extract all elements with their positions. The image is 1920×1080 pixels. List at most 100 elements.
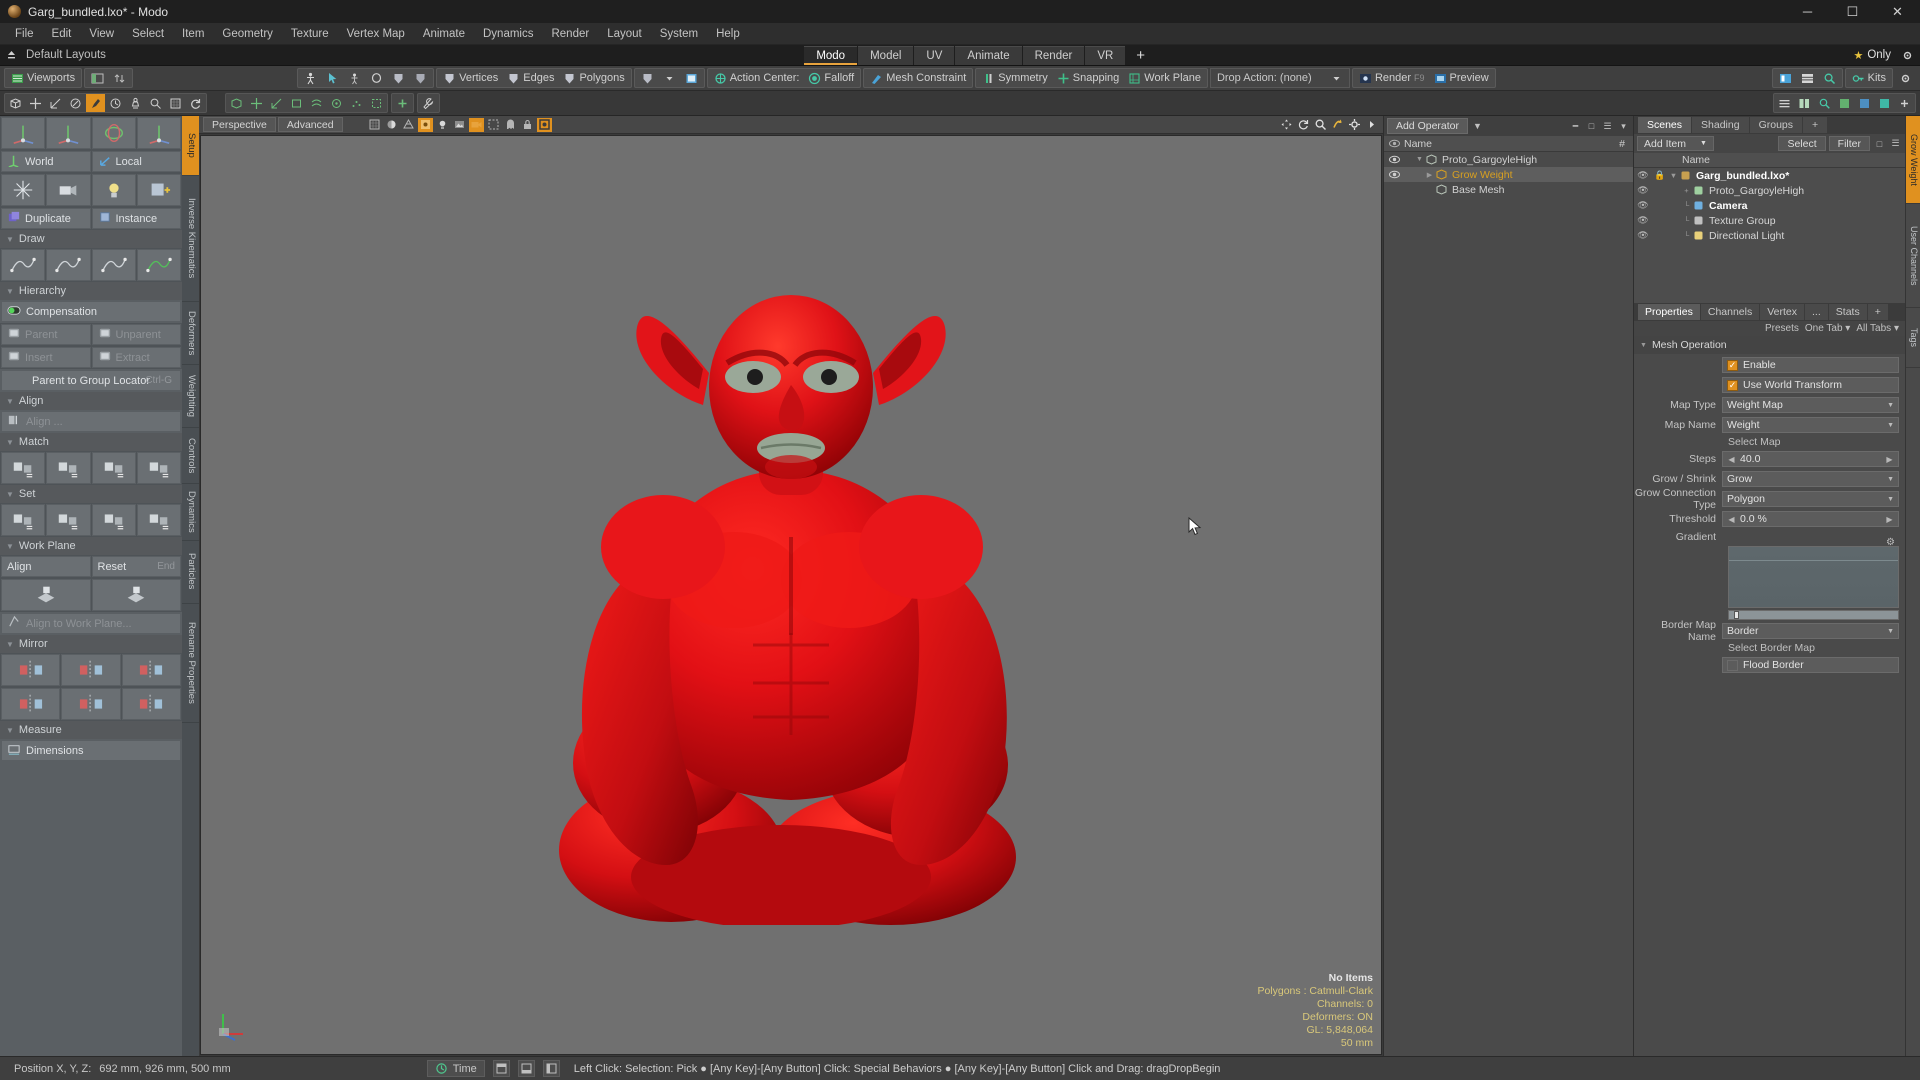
stamp-tool-button[interactable] (126, 94, 145, 112)
layout-tab-model[interactable]: Model (858, 45, 914, 65)
match-rotation-icon[interactable] (46, 452, 91, 484)
grid-icon[interactable] (367, 118, 382, 132)
layout-magnifier-button[interactable] (1815, 94, 1834, 112)
move-tool-button[interactable] (26, 94, 45, 112)
locked-highlight-icon[interactable] (536, 117, 552, 132)
vertical-tab-rename-properties[interactable]: Rename Properties (182, 603, 199, 723)
properties-tab--[interactable]: + (1867, 304, 1888, 320)
time-button[interactable]: Time (426, 1060, 485, 1077)
scene-tree-row[interactable]: 👁 └ Directional Light (1634, 228, 1905, 243)
mode-item-icon-button[interactable] (300, 69, 321, 87)
operator-minimize-icon[interactable]: ━ (1569, 120, 1582, 133)
vertical-tab-particles[interactable]: Particles (182, 540, 199, 604)
preview-button[interactable]: Preview (1430, 69, 1493, 87)
align-btn[interactable]: Align ... (1, 411, 181, 432)
use-world-transform-checkbox[interactable]: ✓ Use World Transform (1722, 377, 1899, 393)
selection-mode-vertices[interactable]: Vertices (439, 69, 502, 87)
viewport-swap-button[interactable] (109, 69, 130, 87)
insert-extract-extract[interactable]: Extract (91, 347, 181, 368)
list-button[interactable] (1797, 69, 1818, 87)
pan-icon[interactable] (1279, 118, 1294, 132)
minimize-button[interactable]: ─ (1785, 0, 1830, 23)
menu-item-dynamics[interactable]: Dynamics (474, 23, 542, 45)
layout-tab-modo[interactable]: Modo (804, 45, 858, 65)
snap-icon[interactable] (1, 174, 46, 206)
viewport-split-button[interactable] (87, 69, 108, 87)
zoom-tool-button[interactable] (146, 94, 165, 112)
align-to-workplane[interactable]: Align to Work Plane... (1, 613, 181, 634)
presets-label[interactable]: Presets (1765, 323, 1799, 334)
scene-tab-groups[interactable]: Groups (1749, 117, 1803, 133)
mode-shield1-button[interactable] (388, 69, 409, 87)
mesh-constraint-button[interactable]: Mesh Constraint (866, 69, 970, 87)
operator-filter-icon[interactable]: ▾ (1617, 120, 1630, 133)
workplane-align-reset-align[interactable]: Align (1, 556, 91, 577)
tree-branch-icon[interactable]: └ (1681, 231, 1692, 240)
vertical-tab-controls[interactable]: Controls (182, 428, 199, 484)
mesh-radial-button[interactable] (327, 94, 346, 112)
mirror-z-icon[interactable] (121, 654, 181, 686)
layout-tab-animate[interactable]: Animate (955, 45, 1022, 65)
tree-branch-icon[interactable]: └ (1681, 216, 1692, 225)
transform-all-icon[interactable] (1, 117, 46, 149)
section-header-align[interactable]: ▼ Align (0, 392, 182, 410)
snap-tool-button[interactable] (166, 94, 185, 112)
right-vertical-tab-tags[interactable]: Tags (1906, 308, 1920, 368)
scale-icon[interactable] (136, 117, 181, 149)
vertical-tab-inverse-kinematics[interactable]: Inverse Kinematics (182, 176, 199, 302)
match-position-icon[interactable] (1, 452, 46, 484)
layout-swatch1-button[interactable] (1835, 94, 1854, 112)
layout-dropdown-icon[interactable] (5, 49, 18, 62)
grow-connection-type-select[interactable]: Polygon ▼ (1722, 491, 1899, 507)
scene-tree-row[interactable]: 👁 🔒 ▼ Garg_bundled.lxo* (1634, 168, 1905, 183)
spinner-right-icon[interactable]: ▶ (1885, 455, 1894, 464)
eye-icon[interactable]: 👁 (1634, 185, 1652, 196)
mirror-plane-y-icon[interactable] (61, 688, 121, 720)
wireframe-icon[interactable] (401, 118, 416, 132)
match-all-icon[interactable] (136, 452, 181, 484)
action-center-button[interactable]: Action Center: (710, 69, 804, 87)
add-green-button[interactable] (393, 94, 412, 112)
selection-mode-polygons[interactable]: Polygons (559, 69, 628, 87)
operator-eye-toggle[interactable] (1384, 168, 1404, 181)
bezier-icon[interactable] (46, 249, 91, 281)
border-map-name-select[interactable]: Border ▼ (1722, 623, 1899, 639)
select-map-link[interactable]: Select Map (1728, 436, 1899, 448)
menu-item-geometry[interactable]: Geometry (213, 23, 282, 45)
expand-triangle-icon[interactable]: ▼ (1414, 156, 1425, 163)
map-type-select[interactable]: Weight Map ▼ (1722, 397, 1899, 413)
eye-icon[interactable] (1388, 168, 1401, 181)
render-button[interactable]: Render F9 (1355, 69, 1429, 87)
mesh-cube-button[interactable] (227, 94, 246, 112)
select-button[interactable]: Select (1778, 136, 1826, 151)
set-scale-icon[interactable] (91, 504, 136, 536)
camera-icon[interactable] (46, 174, 91, 206)
kits-button[interactable]: Kits (1848, 69, 1890, 87)
layout-grid-button[interactable] (1795, 94, 1814, 112)
layout-tab-vr[interactable]: VR (1085, 45, 1126, 65)
vertical-tab-dynamics[interactable]: Dynamics (182, 484, 199, 541)
layout-add-button[interactable] (1895, 94, 1914, 112)
section-header-measure[interactable]: ▼ Measure (0, 721, 182, 739)
menu-item-edit[interactable]: Edit (43, 23, 81, 45)
close-button[interactable]: ✕ (1875, 0, 1920, 23)
mesh-box-select-button[interactable] (367, 94, 386, 112)
viewport-canvas[interactable]: No Items Polygons : Catmull-Clark Channe… (200, 135, 1382, 1055)
parent-unparent-parent[interactable]: Parent (1, 324, 91, 345)
layout-swatch2-button[interactable] (1855, 94, 1874, 112)
mode-lasso-button[interactable] (366, 69, 387, 87)
light-icon[interactable] (91, 174, 136, 206)
fit-icon[interactable] (1330, 118, 1345, 132)
operator-dropdown-icon[interactable]: ▼ (1471, 120, 1484, 133)
properties-tab-channels[interactable]: Channels (1700, 304, 1760, 320)
palette-button[interactable] (1775, 69, 1796, 87)
mirror-y-icon[interactable] (61, 654, 121, 686)
menu-item-system[interactable]: System (651, 23, 707, 45)
match-scale-icon[interactable] (91, 452, 136, 484)
box-tool-button[interactable] (6, 94, 25, 112)
transform-tool-button[interactable] (46, 94, 65, 112)
set-pivot-icon[interactable] (136, 504, 181, 536)
add-layout-tab-button[interactable]: + (1126, 46, 1155, 65)
rotate-icon[interactable] (91, 117, 136, 149)
eye-icon[interactable]: 👁 (1634, 170, 1652, 181)
